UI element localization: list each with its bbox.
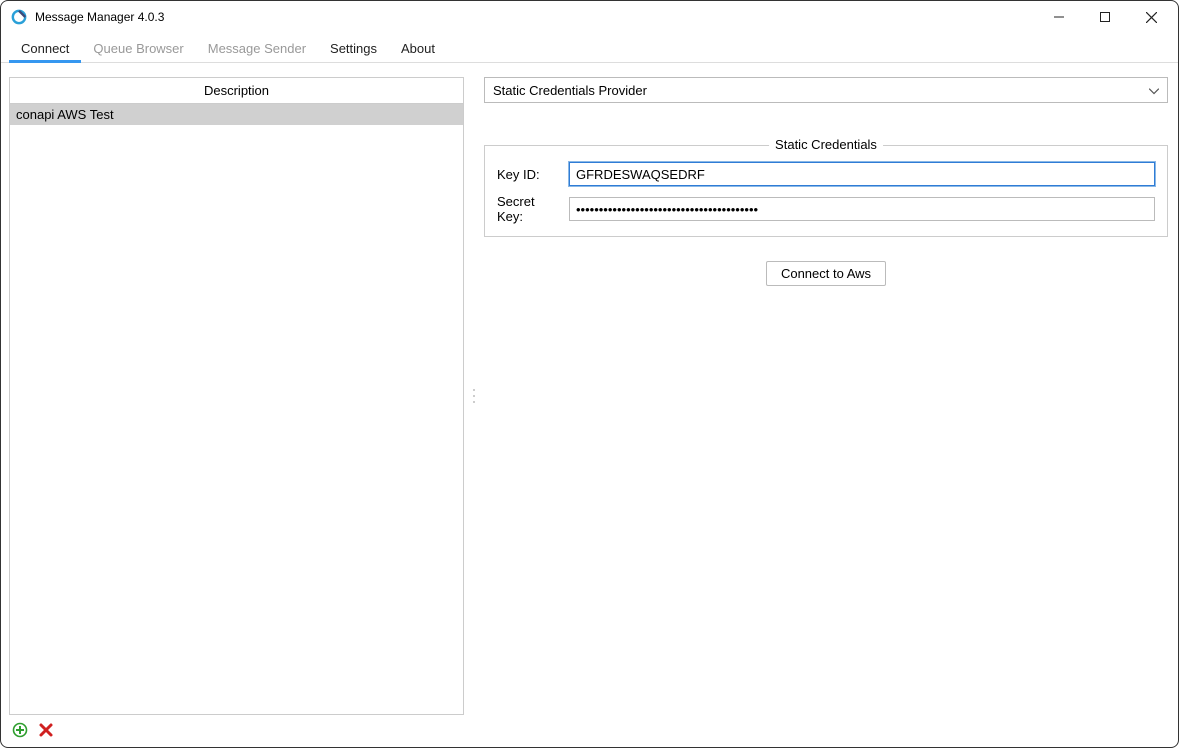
secret-key-input[interactable]: [569, 197, 1155, 221]
delete-connection-button[interactable]: [37, 721, 55, 739]
tab-about[interactable]: About: [389, 35, 447, 62]
connections-panel: Description conapi AWS Test: [9, 77, 464, 715]
chevron-down-icon: [1149, 83, 1159, 98]
credentials-provider-combo[interactable]: Static Credentials Provider: [484, 77, 1168, 103]
connections-toolbar: [11, 721, 55, 739]
credentials-provider-value: Static Credentials Provider: [493, 83, 647, 98]
static-credentials-group: Static Credentials Key ID: Secret Key:: [484, 145, 1168, 237]
secret-key-label: Secret Key:: [497, 194, 561, 224]
window-title: Message Manager 4.0.3: [35, 10, 1036, 24]
list-item[interactable]: conapi AWS Test: [10, 104, 463, 125]
window-titlebar: Message Manager 4.0.3: [1, 1, 1178, 33]
connections-list-header: Description: [10, 78, 463, 104]
add-icon: [12, 722, 28, 738]
panel-splitter[interactable]: [470, 77, 478, 715]
key-id-label: Key ID:: [497, 167, 561, 182]
connect-button[interactable]: Connect to Aws: [766, 261, 886, 286]
connection-details-panel: Static Credentials Provider Static Crede…: [484, 77, 1168, 715]
window-minimize-button[interactable]: [1036, 3, 1082, 31]
tab-settings[interactable]: Settings: [318, 35, 389, 62]
add-connection-button[interactable]: [11, 721, 29, 739]
window-close-button[interactable]: [1128, 3, 1174, 31]
app-icon: [11, 9, 27, 25]
main-tab-bar: Connect Queue Browser Message Sender Set…: [1, 33, 1178, 63]
tab-connect[interactable]: Connect: [9, 35, 81, 62]
tab-message-sender[interactable]: Message Sender: [196, 35, 318, 62]
connections-list[interactable]: conapi AWS Test: [10, 104, 463, 714]
key-id-input[interactable]: [569, 162, 1155, 186]
window-maximize-button[interactable]: [1082, 3, 1128, 31]
delete-icon: [38, 722, 54, 738]
static-credentials-legend: Static Credentials: [769, 137, 883, 152]
tab-queue-browser[interactable]: Queue Browser: [81, 35, 195, 62]
